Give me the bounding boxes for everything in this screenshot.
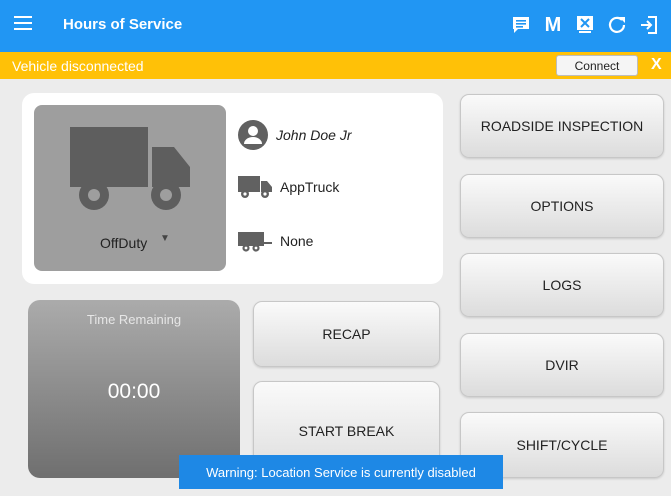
- trailer-icon: [238, 232, 272, 252]
- driver-name: John Doe Jr: [276, 127, 352, 143]
- trailer-row: None: [238, 228, 313, 254]
- driver-row: John Doe Jr: [238, 120, 351, 150]
- chevron-down-icon[interactable]: ▼: [160, 233, 170, 244]
- app-title: Hours of Service: [63, 16, 183, 33]
- truck-icon: [70, 127, 190, 210]
- person-icon: [238, 120, 268, 150]
- toolbar-icons: M: [505, 10, 665, 40]
- dvir-button[interactable]: DVIR: [460, 333, 664, 397]
- m-icon[interactable]: M: [537, 10, 569, 40]
- banner-text: Vehicle disconnected: [12, 58, 144, 74]
- duty-status-label[interactable]: OffDuty: [100, 235, 147, 251]
- roadside-inspection-button[interactable]: ROADSIDE INSPECTION: [460, 94, 664, 158]
- recap-button[interactable]: RECAP: [253, 301, 440, 367]
- options-button[interactable]: OPTIONS: [460, 174, 664, 238]
- connect-button[interactable]: Connect: [556, 55, 638, 76]
- trailer-name: None: [280, 233, 314, 249]
- menu-icon[interactable]: [14, 16, 32, 30]
- vehicle-row: AppTruck: [238, 174, 339, 200]
- truck-small-icon: [238, 176, 272, 198]
- time-remaining-label: Time Remaining: [86, 312, 182, 327]
- refresh-icon[interactable]: [601, 10, 633, 40]
- message-icon[interactable]: [505, 10, 537, 40]
- logout-icon[interactable]: [633, 10, 665, 40]
- time-remaining-panel: Time Remaining 00:00: [28, 300, 240, 478]
- logs-button[interactable]: LOGS: [460, 253, 664, 317]
- location-warning-toast: Warning: Location Service is currently d…: [179, 455, 503, 489]
- vehicle-name: AppTruck: [280, 179, 340, 195]
- time-remaining-value: 00:00: [107, 380, 161, 403]
- certify-icon[interactable]: [569, 10, 601, 40]
- app-bar: Hours of Service M: [0, 0, 671, 52]
- banner-close-button[interactable]: X: [651, 56, 662, 74]
